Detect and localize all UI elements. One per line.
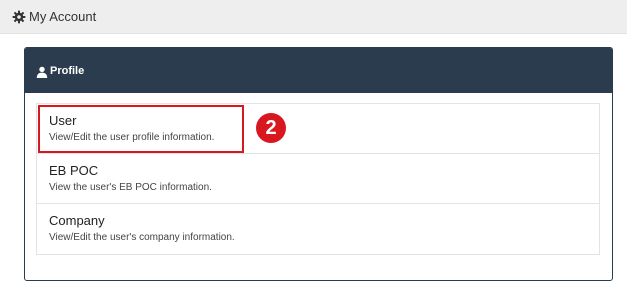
gear-icon bbox=[12, 10, 26, 24]
profile-option-user[interactable]: User View/Edit the user profile informat… bbox=[37, 104, 599, 154]
option-name: EB POC bbox=[49, 163, 99, 178]
profile-options-list: User View/Edit the user profile informat… bbox=[36, 103, 600, 255]
page-title: My Account bbox=[29, 9, 97, 24]
option-name: Company bbox=[49, 213, 105, 228]
option-description: View the user's EB POC information. bbox=[49, 182, 212, 193]
page-header: My Account bbox=[0, 0, 627, 34]
option-name: User bbox=[49, 113, 77, 128]
profile-panel-title: Profile bbox=[50, 64, 85, 77]
profile-option-company[interactable]: Company View/Edit the user's company inf… bbox=[37, 204, 599, 254]
option-description: View/Edit the user's company information… bbox=[49, 232, 235, 243]
step-number-badge: 2 bbox=[256, 113, 286, 143]
option-description: View/Edit the user profile information. bbox=[49, 132, 215, 143]
profile-option-eb-poc[interactable]: EB POC View the user's EB POC informatio… bbox=[37, 154, 599, 204]
profile-panel-header: Profile bbox=[25, 48, 612, 93]
user-icon bbox=[36, 65, 48, 78]
profile-panel: Profile User View/Edit the user profile … bbox=[24, 47, 613, 281]
